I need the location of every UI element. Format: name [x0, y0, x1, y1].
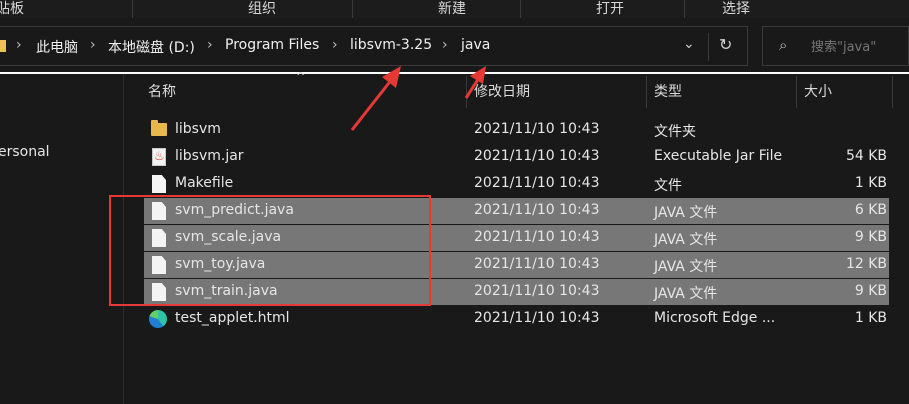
file-icon — [152, 202, 166, 220]
ribbon-new-group[interactable]: 新建 — [438, 0, 466, 18]
file-date: 2021/11/10 10:43 — [474, 310, 600, 326]
file-type: JAVA 文件 — [654, 232, 718, 248]
file-size: 12 KB — [845, 256, 887, 272]
file-name: Makefile — [175, 175, 234, 191]
file-row-libsvm-jar[interactable]: libsvm.jar 2021/11/10 10:43 Executable J… — [144, 144, 889, 170]
file-icon — [152, 256, 166, 274]
file-type: JAVA 文件 — [654, 286, 718, 302]
file-date: 2021/11/10 10:43 — [474, 121, 600, 137]
column-header-name[interactable]: 名称 — [148, 82, 176, 110]
breadcrumb-java[interactable]: java — [461, 37, 490, 53]
chevron-down-icon[interactable]: ⌄ — [683, 36, 695, 52]
file-name: svm_scale.java — [175, 229, 282, 245]
navigation-pane: ersonal — [0, 74, 124, 404]
edge-html-icon — [149, 310, 167, 328]
search-input[interactable] — [809, 35, 909, 59]
file-name: test_applet.html — [175, 310, 290, 326]
breadcrumb-libsvm[interactable]: libsvm-3.25 — [350, 37, 432, 53]
file-date: 2021/11/10 10:43 — [474, 148, 600, 164]
java-jar-icon — [152, 148, 166, 166]
file-icon — [152, 283, 166, 301]
file-row-libsvm[interactable]: libsvm 2021/11/10 10:43 文件夹 — [144, 117, 889, 143]
chevron-right-icon: › — [16, 37, 22, 53]
file-name: svm_train.java — [175, 283, 278, 299]
column-divider[interactable] — [892, 76, 893, 108]
file-date: 2021/11/10 10:43 — [474, 283, 600, 299]
chevron-right-icon[interactable]: › — [332, 37, 338, 53]
file-size: 54 KB — [845, 148, 887, 164]
breadcrumb-local-disk-d[interactable]: 本地磁盘 (D:) — [108, 37, 195, 57]
column-divider[interactable] — [646, 76, 647, 108]
file-row-svm-predict[interactable]: svm_predict.java 2021/11/10 10:43 JAVA 文… — [144, 198, 889, 224]
ribbon-divider — [520, 0, 521, 18]
ribbon-divider — [132, 0, 133, 18]
toolbar-divider — [0, 72, 909, 74]
file-icon — [152, 175, 166, 193]
file-name: libsvm.jar — [175, 148, 244, 164]
folder-icon — [0, 40, 6, 52]
file-size: 6 KB — [854, 202, 887, 218]
file-type: Executable Jar File — [654, 148, 783, 164]
ribbon-organize-group[interactable]: 组织 — [248, 0, 276, 18]
file-date: 2021/11/10 10:43 — [474, 175, 600, 191]
column-header-type[interactable]: 类型 — [654, 82, 682, 110]
file-type: JAVA 文件 — [654, 259, 718, 275]
column-divider[interactable] — [466, 76, 467, 108]
chevron-right-icon[interactable]: › — [90, 37, 96, 53]
file-type: 文件 — [654, 178, 682, 194]
chevron-right-icon[interactable]: › — [207, 37, 213, 53]
file-type: JAVA 文件 — [654, 205, 718, 221]
ribbon-divider — [352, 0, 353, 18]
folder-icon — [151, 120, 167, 136]
nav-item-personal[interactable]: ersonal — [0, 144, 50, 160]
file-size: 1 KB — [854, 175, 887, 191]
file-name: libsvm — [175, 121, 221, 137]
file-name: svm_toy.java — [175, 256, 266, 272]
file-type: Microsoft Edge ... — [654, 310, 776, 326]
ribbon-open-group[interactable]: 打开 — [596, 0, 624, 18]
file-size: 9 KB — [854, 283, 887, 299]
column-divider[interactable] — [796, 76, 797, 108]
column-header-size[interactable]: 大小 — [804, 82, 832, 110]
file-row-svm-scale[interactable]: svm_scale.java 2021/11/10 10:43 JAVA 文件 … — [144, 225, 889, 251]
ribbon-clipboard-group[interactable]: 贴板 — [0, 0, 24, 18]
ribbon: 贴板 组织 新建 打开 选择 — [0, 0, 909, 18]
file-size: 1 KB — [854, 310, 887, 326]
file-row-makefile[interactable]: Makefile 2021/11/10 10:43 文件 1 KB — [144, 171, 889, 197]
search-box[interactable]: ⌕ — [762, 26, 909, 66]
file-date: 2021/11/10 10:43 — [474, 229, 600, 245]
file-type: 文件夹 — [654, 124, 696, 140]
file-date: 2021/11/10 10:43 — [474, 256, 600, 272]
refresh-icon[interactable]: ↻ — [719, 35, 732, 54]
file-size: 9 KB — [854, 229, 887, 245]
ribbon-select-group[interactable]: 选择 — [722, 0, 750, 18]
chevron-right-icon[interactable]: › — [442, 37, 448, 53]
file-row-svm-toy[interactable]: svm_toy.java 2021/11/10 10:43 JAVA 文件 12… — [144, 252, 889, 278]
address-divider — [708, 33, 709, 61]
search-icon: ⌕ — [779, 36, 788, 54]
file-name: svm_predict.java — [175, 202, 294, 218]
ribbon-divider — [684, 0, 685, 18]
breadcrumb-program-files[interactable]: Program Files — [225, 37, 319, 53]
breadcrumb-this-pc[interactable]: 此电脑 — [36, 37, 78, 57]
file-row-test-applet[interactable]: test_applet.html 2021/11/10 10:43 Micros… — [144, 306, 889, 332]
sort-ascending-icon: ^ — [296, 70, 306, 83]
file-date: 2021/11/10 10:43 — [474, 202, 600, 218]
column-header-date[interactable]: 修改日期 — [474, 82, 530, 110]
address-bar[interactable]: › 此电脑 › 本地磁盘 (D:) › Program Files › libs… — [0, 26, 748, 66]
file-row-svm-train[interactable]: svm_train.java 2021/11/10 10:43 JAVA 文件 … — [144, 279, 889, 305]
file-icon — [152, 229, 166, 247]
